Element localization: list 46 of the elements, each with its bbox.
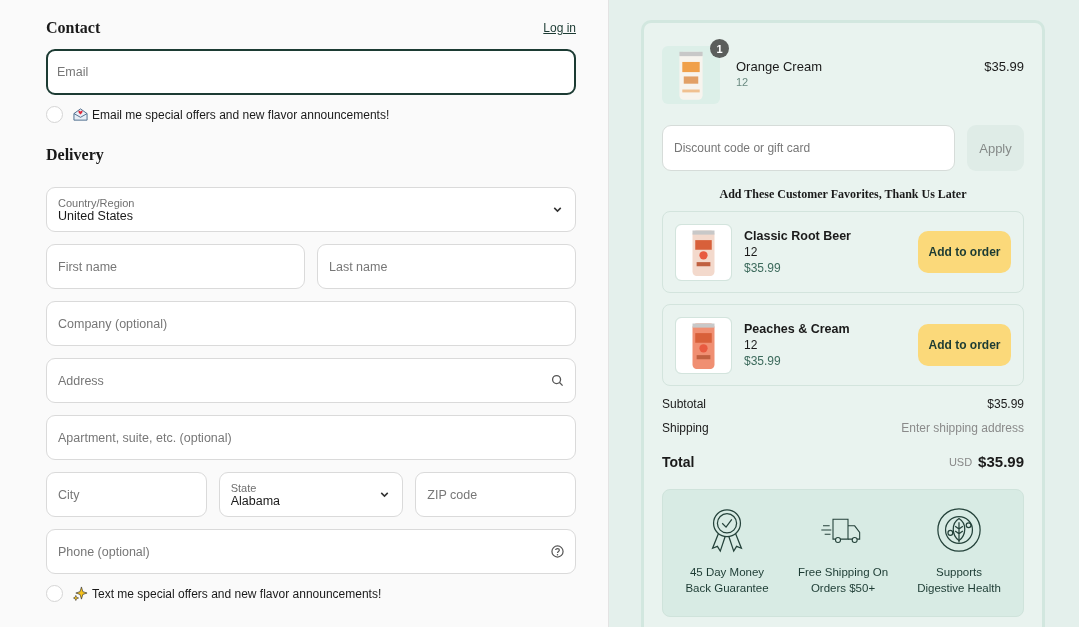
product-price: $35.99 (984, 58, 1024, 74)
checkbox-label: Text me special offers and new flavor announcements! (92, 586, 382, 601)
add-to-order-button[interactable]: Add to order (918, 231, 1011, 273)
input-field[interactable]: City (46, 472, 207, 517)
add-to-order-button[interactable]: Add to order (918, 324, 1011, 366)
perk-label: Free Shipping On Orders $50+ (796, 565, 890, 597)
product-price: $35.99 (744, 261, 782, 275)
input-field[interactable]: ZIP code (415, 472, 576, 517)
input-field[interactable]: Company (optional) (46, 301, 576, 346)
product-name: Classic Root Beer (744, 229, 852, 243)
leaf-seal-icon (934, 506, 984, 554)
total-amount: $35.99 (978, 453, 1024, 470)
product-variant: 12 (736, 76, 750, 88)
product-price: $35.99 (744, 354, 782, 368)
product-name: Peaches & Cream (744, 322, 851, 336)
summary-value: Enter shipping address (901, 421, 1024, 435)
select-field[interactable]: State Alabama (218, 472, 404, 517)
envelope-icon (73, 107, 88, 122)
login-link[interactable]: Log in (543, 21, 576, 35)
section-title: Delivery (46, 146, 104, 164)
product-variant: 12 (744, 245, 759, 259)
currency-code: USD (948, 455, 973, 468)
select-field[interactable]: Country/Region United States (46, 187, 576, 232)
email-field[interactable]: Email (46, 49, 576, 95)
section-title: Contact (46, 19, 101, 37)
perk-label: Supports Digestive Health (916, 565, 1002, 597)
total-label: Total (662, 453, 695, 470)
input-field[interactable]: Phone (optional) (46, 529, 576, 574)
checkbox[interactable] (46, 106, 63, 123)
product-variant: 12 (744, 338, 759, 352)
quantity-badge: 1 (710, 39, 729, 58)
input-field[interactable]: Address (46, 358, 576, 403)
perk-label: 45 Day Money Back Guarantee (684, 565, 770, 597)
search-icon (551, 374, 564, 387)
input-field[interactable]: First name (46, 244, 305, 289)
input-field[interactable]: Last name (317, 244, 576, 289)
product-name: Orange Cream (736, 59, 823, 74)
summary-label: Subtotal (662, 397, 707, 411)
sparkles-icon (73, 586, 88, 601)
checkbox[interactable] (46, 585, 63, 602)
summary-label: Shipping (662, 421, 709, 435)
checkbox-label: Email me special offers and new flavor announcements! (92, 107, 390, 122)
help-icon[interactable] (551, 545, 564, 558)
summary-value: $35.99 (987, 397, 1024, 411)
input-field[interactable]: Apartment, suite, etc. (optional) (46, 415, 576, 460)
upsell-title: Add These Customer Favorites, Thank Us Later (718, 187, 968, 202)
